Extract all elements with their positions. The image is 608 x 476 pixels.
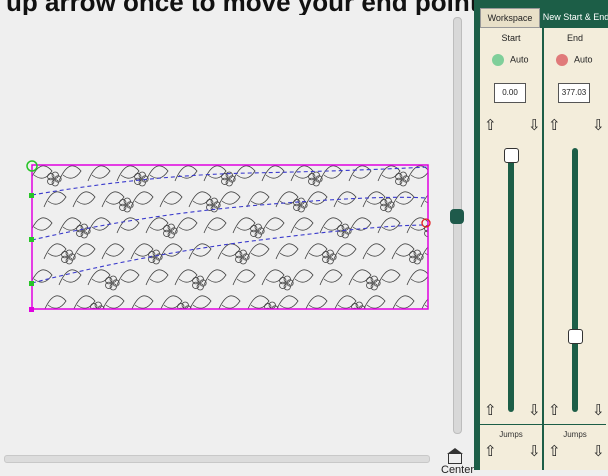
start-up-arrow-bottom-icon[interactable]: ⇧ <box>484 403 497 419</box>
start-jumps-down-icon[interactable]: ⇩ <box>528 444 541 460</box>
start-slider-track[interactable] <box>508 154 514 412</box>
quilt-pattern <box>32 165 428 309</box>
end-jumps-down-icon[interactable]: ⇩ <box>592 444 605 460</box>
start-slider-thumb[interactable] <box>504 148 519 163</box>
auto-red-icon <box>556 54 568 66</box>
end-jumps-up-icon[interactable]: ⇧ <box>548 444 561 460</box>
end-column: End Auto 377.03 ⇧ ⇩ ⇧ ⇩ Jumps ⇧ ⇩ <box>544 28 606 470</box>
end-slider-track[interactable] <box>572 148 578 412</box>
horizontal-scrollbar[interactable] <box>4 455 430 463</box>
start-jumps-label: Jumps <box>499 430 523 439</box>
start-down-arrow-bottom-icon[interactable]: ⇩ <box>528 403 541 419</box>
stitch-path-lines <box>31 166 429 284</box>
panel-body: Start Auto 0.00 ⇧ ⇩ ⇧ ⇩ Jumps ⇧ ⇩ End Au… <box>480 28 608 470</box>
green-node-3 <box>29 281 34 286</box>
end-up-arrow-bottom-icon[interactable]: ⇧ <box>548 403 561 419</box>
end-down-arrow-bottom-icon[interactable]: ⇩ <box>592 403 605 419</box>
start-value-field[interactable]: 0.00 <box>494 83 526 103</box>
start-auto-label: Auto <box>510 54 529 65</box>
zoom-slider-thumb[interactable] <box>450 209 464 224</box>
start-up-arrow-icon[interactable]: ⇧ <box>484 118 497 134</box>
end-up-arrow-icon[interactable]: ⇧ <box>548 118 561 134</box>
start-title: Start <box>501 33 521 43</box>
tab-new-start-end[interactable]: New Start & End <box>540 8 608 26</box>
zoom-slider-track[interactable] <box>453 17 462 434</box>
end-value-field[interactable]: 377.03 <box>558 83 590 103</box>
end-auto-button[interactable]: Auto <box>556 54 593 66</box>
start-column: Start Auto 0.00 ⇧ ⇩ ⇧ ⇩ Jumps ⇧ ⇩ <box>480 28 544 470</box>
end-slider-thumb[interactable] <box>568 328 583 344</box>
quilt-design-svg[interactable] <box>0 15 474 470</box>
end-down-arrow-icon[interactable]: ⇩ <box>592 118 605 134</box>
corner-node <box>29 307 34 312</box>
start-jumps-up-icon[interactable]: ⇧ <box>484 444 497 460</box>
center-button[interactable]: Center <box>441 444 474 476</box>
workspace-canvas[interactable] <box>0 15 474 470</box>
green-node-1 <box>29 193 34 198</box>
start-auto-button[interactable]: Auto <box>492 54 529 66</box>
instruction-banner: up arrow once to move your end point. <box>6 0 480 15</box>
center-label: Center <box>441 464 475 476</box>
end-title: End <box>566 33 583 43</box>
end-auto-label: Auto <box>574 54 593 65</box>
tab-workspace[interactable]: Workspace <box>480 8 540 28</box>
auto-green-icon <box>492 54 504 66</box>
end-jumps-label: Jumps <box>563 430 587 439</box>
start-down-arrow-icon[interactable]: ⇩ <box>528 118 541 134</box>
green-node-2 <box>29 237 34 242</box>
right-panel: Workspace New Start & End Start Auto 0.0… <box>474 0 608 470</box>
design-boundary <box>31 164 429 310</box>
panel-tabs: Workspace New Start & End <box>478 8 608 28</box>
